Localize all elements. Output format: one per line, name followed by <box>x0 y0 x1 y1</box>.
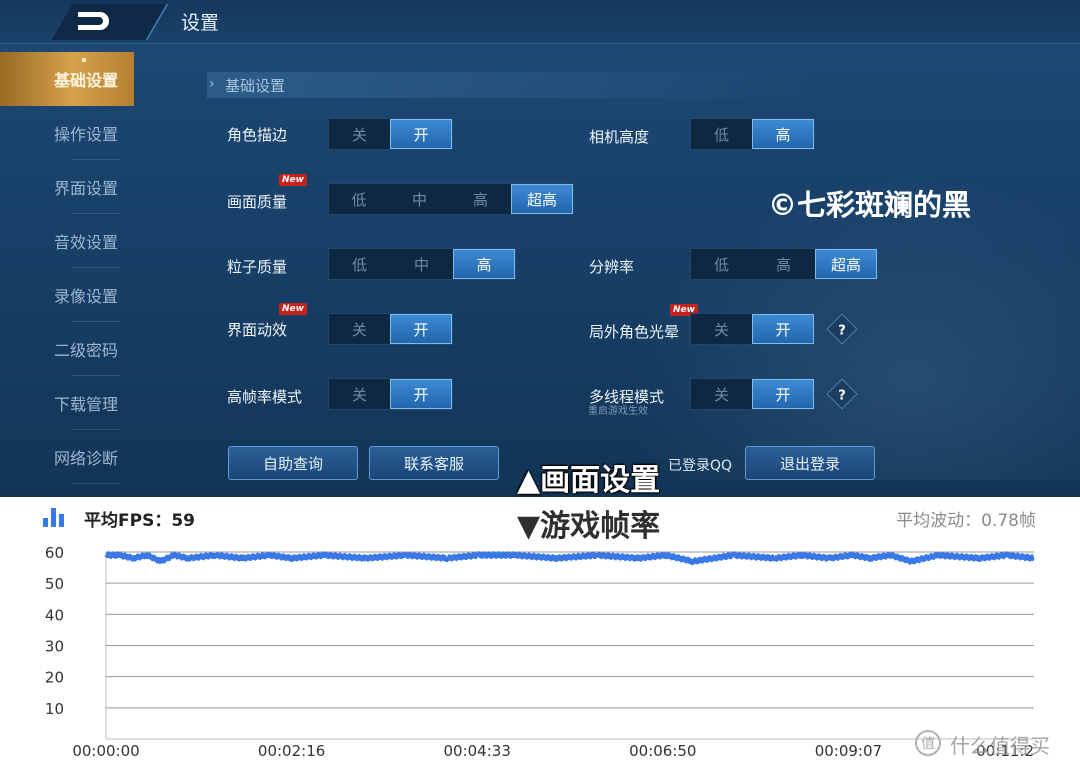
sidebar-item-controls[interactable]: 操作设置 <box>0 106 134 160</box>
resolution-high-option[interactable]: 高 <box>752 249 815 279</box>
sidebar-item-audio[interactable]: 音效设置 <box>0 214 134 268</box>
ui-animation-off-option[interactable]: 关 <box>329 314 390 344</box>
resolution-ultra-option[interactable]: 超高 <box>815 249 877 279</box>
bar-chart-icon <box>43 508 64 527</box>
page-title: 设置 <box>181 12 220 34</box>
game-settings-panel: 设置 基础设置 操作设置 界面设置 音效设置 录像设置 二级密码 下载管理 网络… <box>0 0 1080 497</box>
camera-low-option[interactable]: 低 <box>691 119 752 149</box>
logout-button[interactable]: 退出登录 <box>745 446 875 480</box>
y-tick-label: 10 <box>45 700 64 718</box>
particle-high-option[interactable]: 高 <box>453 249 515 279</box>
screenshot: 设置 基础设置 操作设置 界面设置 音效设置 录像设置 二级密码 下载管理 网络… <box>0 0 1080 768</box>
quality-selector: 低 中 高 超高 <box>328 183 574 215</box>
sidebar-item-label: 下载管理 <box>54 395 119 414</box>
top-bar: 设置 <box>0 0 1080 44</box>
chevron-right-icon: › <box>209 76 215 92</box>
help-glyph: ? <box>838 387 846 403</box>
multithread-on-option[interactable]: 开 <box>752 379 814 409</box>
high-fps-toggle: 关 开 <box>328 378 453 410</box>
particle-label: 粒子质量 <box>227 258 288 276</box>
sidebar-item-label: 网络诊断 <box>54 449 119 468</box>
resolution-low-option[interactable]: 低 <box>691 249 752 279</box>
ui-animation-toggle: 关 开 <box>328 313 453 345</box>
outline-on-option[interactable]: 开 <box>390 119 452 149</box>
particle-mid-option[interactable]: 中 <box>390 249 453 279</box>
high-fps-label: 高帧率模式 <box>227 388 303 406</box>
sidebar-item-network[interactable]: 网络诊断 <box>0 430 134 484</box>
high-fps-off-option[interactable]: 关 <box>329 379 390 409</box>
quality-ultra-option[interactable]: 超高 <box>511 184 573 214</box>
halo-off-option[interactable]: 关 <box>691 314 752 344</box>
ui-animation-label: 界面动效 <box>227 321 288 339</box>
x-tick-label: 00:04:33 <box>444 742 511 760</box>
contact-support-button[interactable]: 联系客服 <box>369 446 499 480</box>
y-tick-label: 50 <box>45 575 64 593</box>
quality-label: 画面质量 <box>227 193 288 211</box>
quality-high-option[interactable]: 高 <box>450 184 511 214</box>
back-arrow-icon[interactable] <box>74 9 112 33</box>
sidebar-item-label: 录像设置 <box>54 287 119 306</box>
y-tick-label: 60 <box>45 544 64 562</box>
quality-mid-option[interactable]: 中 <box>389 184 450 214</box>
y-tick-label: 20 <box>45 669 64 687</box>
new-badge: New <box>279 174 307 186</box>
halo-on-option[interactable]: 开 <box>752 314 814 344</box>
halo-label: 局外角色光晕 <box>589 323 680 341</box>
camera-height-toggle: 低 高 <box>690 118 815 150</box>
particle-selector: 低 中 高 <box>328 248 516 280</box>
author-watermark: ©七彩斑斓的黑 <box>768 188 972 222</box>
resolution-label: 分辨率 <box>589 258 635 276</box>
outline-toggle: 关 开 <box>328 118 453 150</box>
multithread-toggle: 关 开 <box>690 378 815 410</box>
resolution-selector: 低 高 超高 <box>690 248 878 280</box>
quality-low-option[interactable]: 低 <box>329 184 389 214</box>
x-tick-label: 00:06:50 <box>629 742 696 760</box>
sidebar-item-replay[interactable]: 录像设置 <box>0 268 134 322</box>
self-help-button[interactable]: 自助查询 <box>228 446 358 480</box>
sidebar-item-label: 音效设置 <box>54 233 119 252</box>
x-tick-label: 00:02:16 <box>258 742 325 760</box>
camera-height-label: 相机高度 <box>589 128 650 146</box>
section-header: › 基础设置 <box>207 72 1080 98</box>
high-fps-on-option[interactable]: 开 <box>390 379 452 409</box>
restart-hint: 重启游戏生效 <box>588 406 648 417</box>
smzdm-logo: 值 <box>915 730 941 756</box>
halo-toggle: 关 开 <box>690 313 815 345</box>
new-badge: New <box>279 303 307 315</box>
camera-high-option[interactable]: 高 <box>752 119 814 149</box>
qq-login-status: 已登录QQ <box>668 458 733 474</box>
sidebar-item-label: 操作设置 <box>54 125 119 144</box>
svg-text:值: 值 <box>921 736 935 752</box>
site-brand: 什么值得买 <box>950 734 1050 758</box>
outline-off-option[interactable]: 关 <box>329 119 390 149</box>
ui-animation-on-option[interactable]: 开 <box>390 314 452 344</box>
sidebar-item-password[interactable]: 二级密码 <box>0 322 134 376</box>
fps-series-line <box>104 551 1035 566</box>
y-tick-label: 40 <box>45 606 64 624</box>
y-tick-label: 30 <box>45 638 64 656</box>
sidebar-item-basic[interactable]: 基础设置 <box>0 52 134 106</box>
section-title: 基础设置 <box>225 77 286 95</box>
average-fps: 平均FPS：59 <box>84 511 195 531</box>
sidebar-item-label: 界面设置 <box>54 179 119 198</box>
sidebar-item-label: 基础设置 <box>54 71 119 90</box>
x-tick-label: 00:09:07 <box>815 742 882 760</box>
sidebar-item-downloads[interactable]: 下载管理 <box>0 376 134 430</box>
caption-top: ▲画面设置 <box>517 463 661 498</box>
help-glyph: ? <box>838 322 846 338</box>
average-fluctuation: 平均波动：0.78帧 <box>896 511 1036 531</box>
outline-label: 角色描边 <box>227 126 288 144</box>
sidebar-item-label: 二级密码 <box>54 341 119 360</box>
particle-low-option[interactable]: 低 <box>329 249 390 279</box>
sidebar-item-interface[interactable]: 界面设置 <box>0 160 134 214</box>
x-tick-label: 00:00:00 <box>72 742 139 760</box>
multithread-off-option[interactable]: 关 <box>691 379 752 409</box>
